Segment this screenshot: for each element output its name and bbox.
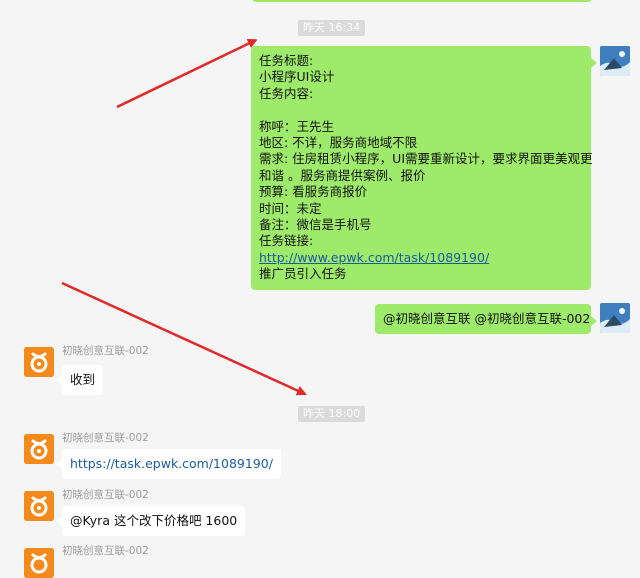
landscape-avatar-icon xyxy=(600,46,630,76)
self-avatar[interactable] xyxy=(600,46,630,76)
org-avatar[interactable] xyxy=(24,347,54,377)
timestamp-badge: 昨天 16:34 xyxy=(298,20,366,36)
task-line: 称呼：王先生 xyxy=(259,118,335,134)
landscape-avatar-icon xyxy=(600,303,630,333)
task-line: 和谐 。服务商提供案例、报价 xyxy=(259,167,426,183)
org-avatar[interactable] xyxy=(24,434,54,464)
task-line xyxy=(259,102,583,118)
knot-logo-icon xyxy=(24,491,54,521)
task-message-bubble[interactable]: 任务标题: 小程序UI设计 任务内容: 称呼：王先生 地区: 不详，服务商地域不… xyxy=(251,46,597,290)
incoming-message-bubble[interactable]: @Kyra 这个改下价格吧 1600 xyxy=(55,506,246,536)
timestamp-badge: 昨天 18:00 xyxy=(298,406,366,422)
task-line: 地区: 不详，服务商地域不限 xyxy=(259,134,418,150)
task-line: 时间：未定 xyxy=(259,200,322,216)
task-line: 小程序UI设计 xyxy=(259,69,335,85)
task-line: 备注：微信是手机号 xyxy=(259,216,372,232)
task-line: 任务内容: xyxy=(259,85,314,101)
knot-logo-icon xyxy=(24,347,54,377)
task-link[interactable]: http://www.epwk.com/task/1089190/ xyxy=(259,250,489,265)
self-avatar[interactable] xyxy=(600,303,630,333)
task-line: 任务标题: xyxy=(259,53,314,68)
org-avatar[interactable] xyxy=(24,491,54,521)
task-line: 推广员引入任务 xyxy=(259,266,347,282)
previous-message-bubble xyxy=(252,0,592,2)
task-line: 任务链接: xyxy=(259,233,314,249)
org-avatar[interactable] xyxy=(24,548,54,578)
task-line: 需求: 住房租赁小程序，UI需要重新设计，要求界面更美观更 xyxy=(259,151,593,167)
mention-message-bubble[interactable]: @初晓创意互联 @初晓创意互联-002 xyxy=(375,304,597,334)
incoming-link-bubble[interactable]: https://task.epwk.com/1089190/ xyxy=(56,449,281,479)
sender-name: 初晓创意互联-002 xyxy=(62,432,149,444)
sender-name: 初晓创意互联-002 xyxy=(62,345,149,357)
arrow-to-first-timestamp xyxy=(116,38,258,109)
sender-name: 初晓创意互联-002 xyxy=(62,489,149,501)
incoming-message-bubble[interactable]: 收到 xyxy=(55,365,104,395)
task-line: 预算: 看服务商报价 xyxy=(259,184,368,200)
knot-logo-icon xyxy=(24,434,54,464)
knot-logo-icon xyxy=(24,548,54,578)
